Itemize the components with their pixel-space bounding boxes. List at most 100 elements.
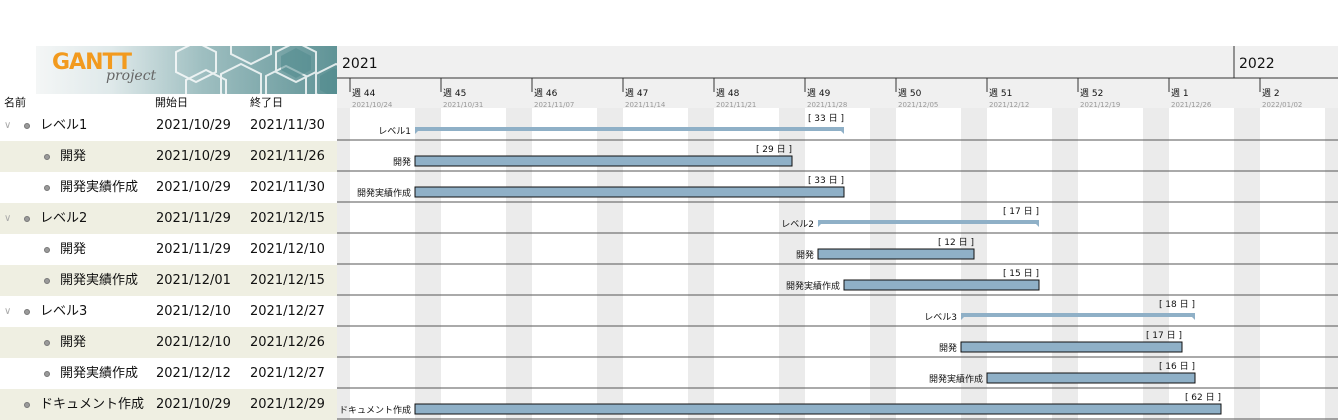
- week-label: 週 2: [1262, 88, 1280, 99]
- task-start-date[interactable]: 2021/10/29: [156, 141, 231, 172]
- bar-label: レベル3: [924, 313, 957, 323]
- bar-label: 開発実績作成: [929, 373, 983, 385]
- task-bar[interactable]: [960, 341, 1183, 353]
- task-bullet-icon: [24, 402, 30, 408]
- bar-label: 開発実績作成: [786, 280, 840, 292]
- task-name[interactable]: 開発: [60, 234, 86, 265]
- table-row[interactable]: ∨ レベル3 2021/12/10 2021/12/27: [0, 296, 337, 327]
- table-row[interactable]: ドキュメント作成 2021/10/29 2021/12/29: [0, 389, 337, 420]
- bar-duration-label: [ 12 日 ]: [938, 237, 974, 248]
- week-date-label: 2021/10/24: [352, 101, 393, 109]
- task-table: GANTT project 名前 開始日 終了日 ∨ レベル1 2021/10/29…: [0, 0, 337, 420]
- task-name[interactable]: 開発実績作成: [60, 172, 138, 203]
- table-row[interactable]: 開発実績作成 2021/10/29 2021/11/30: [0, 172, 337, 203]
- ganttproject-logo: GANTT project: [36, 46, 337, 94]
- task-end-date[interactable]: 2021/12/10: [250, 234, 325, 265]
- bar-label: 開発: [939, 342, 957, 354]
- expand-chevron-icon[interactable]: ∨: [4, 296, 11, 327]
- task-end-date[interactable]: 2021/11/26: [250, 141, 325, 172]
- bar-duration-label: [ 18 日 ]: [1159, 299, 1195, 310]
- table-row[interactable]: 開発実績作成 2021/12/12 2021/12/27: [0, 358, 337, 389]
- task-end-date[interactable]: 2021/11/30: [250, 110, 325, 141]
- week-date-label: 2022/01/02: [1262, 101, 1302, 109]
- task-name[interactable]: ドキュメント作成: [40, 389, 144, 420]
- task-bullet-icon: [44, 247, 50, 253]
- summary-bar[interactable]: [961, 313, 1195, 317]
- week-label: 週 48: [716, 88, 740, 99]
- task-end-date[interactable]: 2021/12/26: [250, 327, 325, 358]
- task-start-date[interactable]: 2021/12/01: [156, 265, 231, 296]
- task-end-date[interactable]: 2021/11/30: [250, 172, 325, 203]
- task-name[interactable]: 開発: [60, 327, 86, 358]
- task-bar[interactable]: [843, 279, 1040, 291]
- task-bar[interactable]: [414, 155, 793, 167]
- week-label: 週 45: [443, 88, 466, 99]
- week-date-label: 2021/11/07: [534, 101, 574, 109]
- task-bar[interactable]: [414, 403, 1222, 415]
- task-start-date[interactable]: 2021/10/29: [156, 110, 231, 141]
- task-start-date[interactable]: 2021/11/29: [156, 234, 231, 265]
- expand-chevron-icon[interactable]: ∨: [4, 203, 11, 234]
- task-bar[interactable]: [414, 186, 845, 198]
- task-start-date[interactable]: 2021/11/29: [156, 203, 231, 234]
- task-name[interactable]: レベル3: [40, 296, 87, 327]
- table-header: 名前 開始日 終了日: [0, 94, 337, 109]
- week-date-label: 2021/11/28: [807, 101, 847, 109]
- task-bar[interactable]: [986, 372, 1196, 384]
- task-start-date[interactable]: 2021/12/12: [156, 358, 231, 389]
- task-end-date[interactable]: 2021/12/15: [250, 203, 325, 234]
- bar-label: 開発: [796, 249, 814, 261]
- table-row[interactable]: 開発 2021/12/10 2021/12/26: [0, 327, 337, 358]
- week-label: 週 52: [1080, 88, 1103, 99]
- bar-duration-label: [ 17 日 ]: [1146, 330, 1182, 341]
- task-name[interactable]: 開発実績作成: [60, 358, 138, 389]
- year-label: 2021: [342, 56, 378, 72]
- week-label: 週 47: [625, 88, 648, 99]
- week-date-label: 2021/12/12: [989, 101, 1029, 109]
- column-header-start[interactable]: 開始日: [155, 94, 188, 110]
- task-start-date[interactable]: 2021/10/29: [156, 389, 231, 420]
- summary-bar[interactable]: [415, 127, 844, 131]
- bar-duration-label: [ 33 日 ]: [808, 113, 844, 124]
- week-label: 週 51: [989, 88, 1012, 99]
- week-label: 週 44: [352, 88, 376, 99]
- table-row[interactable]: ∨ レベル2 2021/11/29 2021/12/15: [0, 203, 337, 234]
- expand-chevron-icon[interactable]: ∨: [4, 110, 11, 141]
- task-name[interactable]: レベル1: [40, 110, 87, 141]
- task-end-date[interactable]: 2021/12/27: [250, 358, 325, 389]
- task-end-date[interactable]: 2021/12/29: [250, 389, 325, 420]
- week-date-label: 2021/11/21: [716, 101, 756, 109]
- task-bullet-icon: [44, 154, 50, 160]
- bar-duration-label: [ 16 日 ]: [1159, 361, 1195, 372]
- bar-duration-label: [ 33 日 ]: [808, 175, 844, 186]
- table-row[interactable]: 開発実績作成 2021/12/01 2021/12/15: [0, 265, 337, 296]
- bar-label: レベル1: [378, 127, 411, 137]
- task-bullet-icon: [44, 340, 50, 346]
- task-start-date[interactable]: 2021/10/29: [156, 172, 231, 203]
- table-row[interactable]: 開発 2021/10/29 2021/11/26: [0, 141, 337, 172]
- logo-sub-text: project: [106, 68, 157, 84]
- gantt-chart[interactable]: 2021 2022 週 44 2021/10/24 週 45 2021/10/31 週 46…: [337, 0, 1338, 420]
- bar-label: 開発: [393, 156, 411, 168]
- table-row[interactable]: 開発 2021/11/29 2021/12/10: [0, 234, 337, 265]
- bar-label: ドキュメント作成: [339, 404, 411, 416]
- task-bar[interactable]: [817, 248, 975, 260]
- gantt-chart-canvas[interactable]: 2021 2022 週 44 2021/10/24 週 45 2021/10/31 週 46…: [337, 0, 1338, 420]
- week-date-label: 2021/12/26: [1171, 101, 1212, 109]
- week-label: 週 1: [1171, 88, 1189, 99]
- summary-bar[interactable]: [818, 220, 1039, 224]
- week-date-label: 2021/11/14: [625, 101, 666, 109]
- table-row[interactable]: ∨ レベル1 2021/10/29 2021/11/30: [0, 110, 337, 141]
- task-start-date[interactable]: 2021/12/10: [156, 296, 231, 327]
- week-date-label: 2021/12/19: [1080, 101, 1120, 109]
- bar-duration-label: [ 62 日 ]: [1185, 392, 1221, 403]
- bar-duration-label: [ 15 日 ]: [1003, 268, 1039, 279]
- task-end-date[interactable]: 2021/12/15: [250, 265, 325, 296]
- task-start-date[interactable]: 2021/12/10: [156, 327, 231, 358]
- task-end-date[interactable]: 2021/12/27: [250, 296, 325, 327]
- task-name[interactable]: 開発: [60, 141, 86, 172]
- column-header-end[interactable]: 終了日: [250, 94, 283, 110]
- column-header-name[interactable]: 名前: [4, 94, 26, 110]
- task-name[interactable]: レベル2: [40, 203, 87, 234]
- task-name[interactable]: 開発実績作成: [60, 265, 138, 296]
